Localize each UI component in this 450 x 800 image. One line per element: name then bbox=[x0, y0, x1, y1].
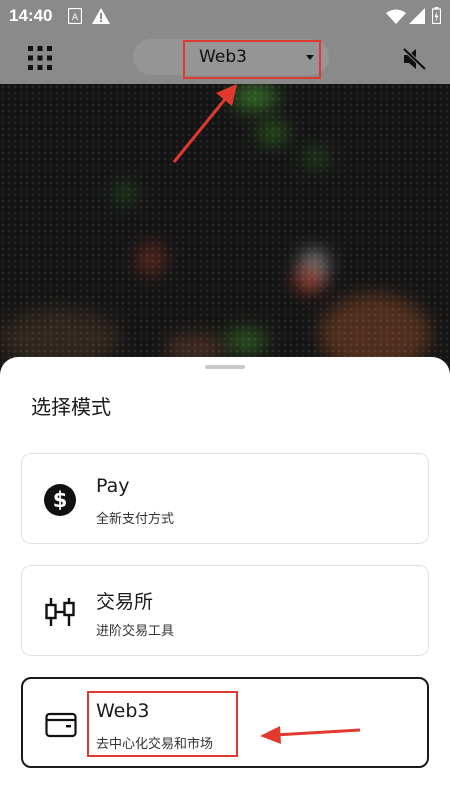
signal-icon bbox=[409, 8, 425, 24]
keyboard-icon: A bbox=[68, 8, 82, 24]
svg-text:A: A bbox=[72, 13, 79, 23]
volume-mute-icon[interactable] bbox=[402, 46, 428, 72]
background-visual bbox=[0, 84, 450, 384]
dollar-coin-icon: $ bbox=[44, 484, 76, 516]
sheet-drag-handle[interactable] bbox=[205, 365, 245, 369]
wallet-icon bbox=[45, 712, 77, 738]
option-title: 交易所 bbox=[96, 591, 154, 613]
status-time: 14:40 bbox=[9, 6, 53, 25]
mode-option-pay[interactable]: $ Pay 全新支付方式 bbox=[21, 453, 429, 544]
annotation-box-mode-selector bbox=[183, 40, 321, 79]
option-subtitle: 进阶交易工具 bbox=[96, 624, 175, 639]
option-title: Pay bbox=[96, 475, 130, 497]
sheet-title: 选择模式 bbox=[31, 395, 111, 419]
warning-icon bbox=[92, 8, 110, 24]
svg-text:$: $ bbox=[53, 488, 68, 512]
annotation-box-web3-option bbox=[87, 691, 238, 757]
grid-menu-icon[interactable] bbox=[28, 46, 52, 70]
mode-option-exchange[interactable]: 交易所 进阶交易工具 bbox=[21, 565, 429, 656]
battery-icon bbox=[432, 7, 441, 24]
wifi-icon bbox=[386, 9, 406, 24]
status-bar: 14:40 A bbox=[0, 0, 450, 32]
candlestick-icon bbox=[45, 598, 75, 626]
option-subtitle: 全新支付方式 bbox=[96, 512, 175, 527]
